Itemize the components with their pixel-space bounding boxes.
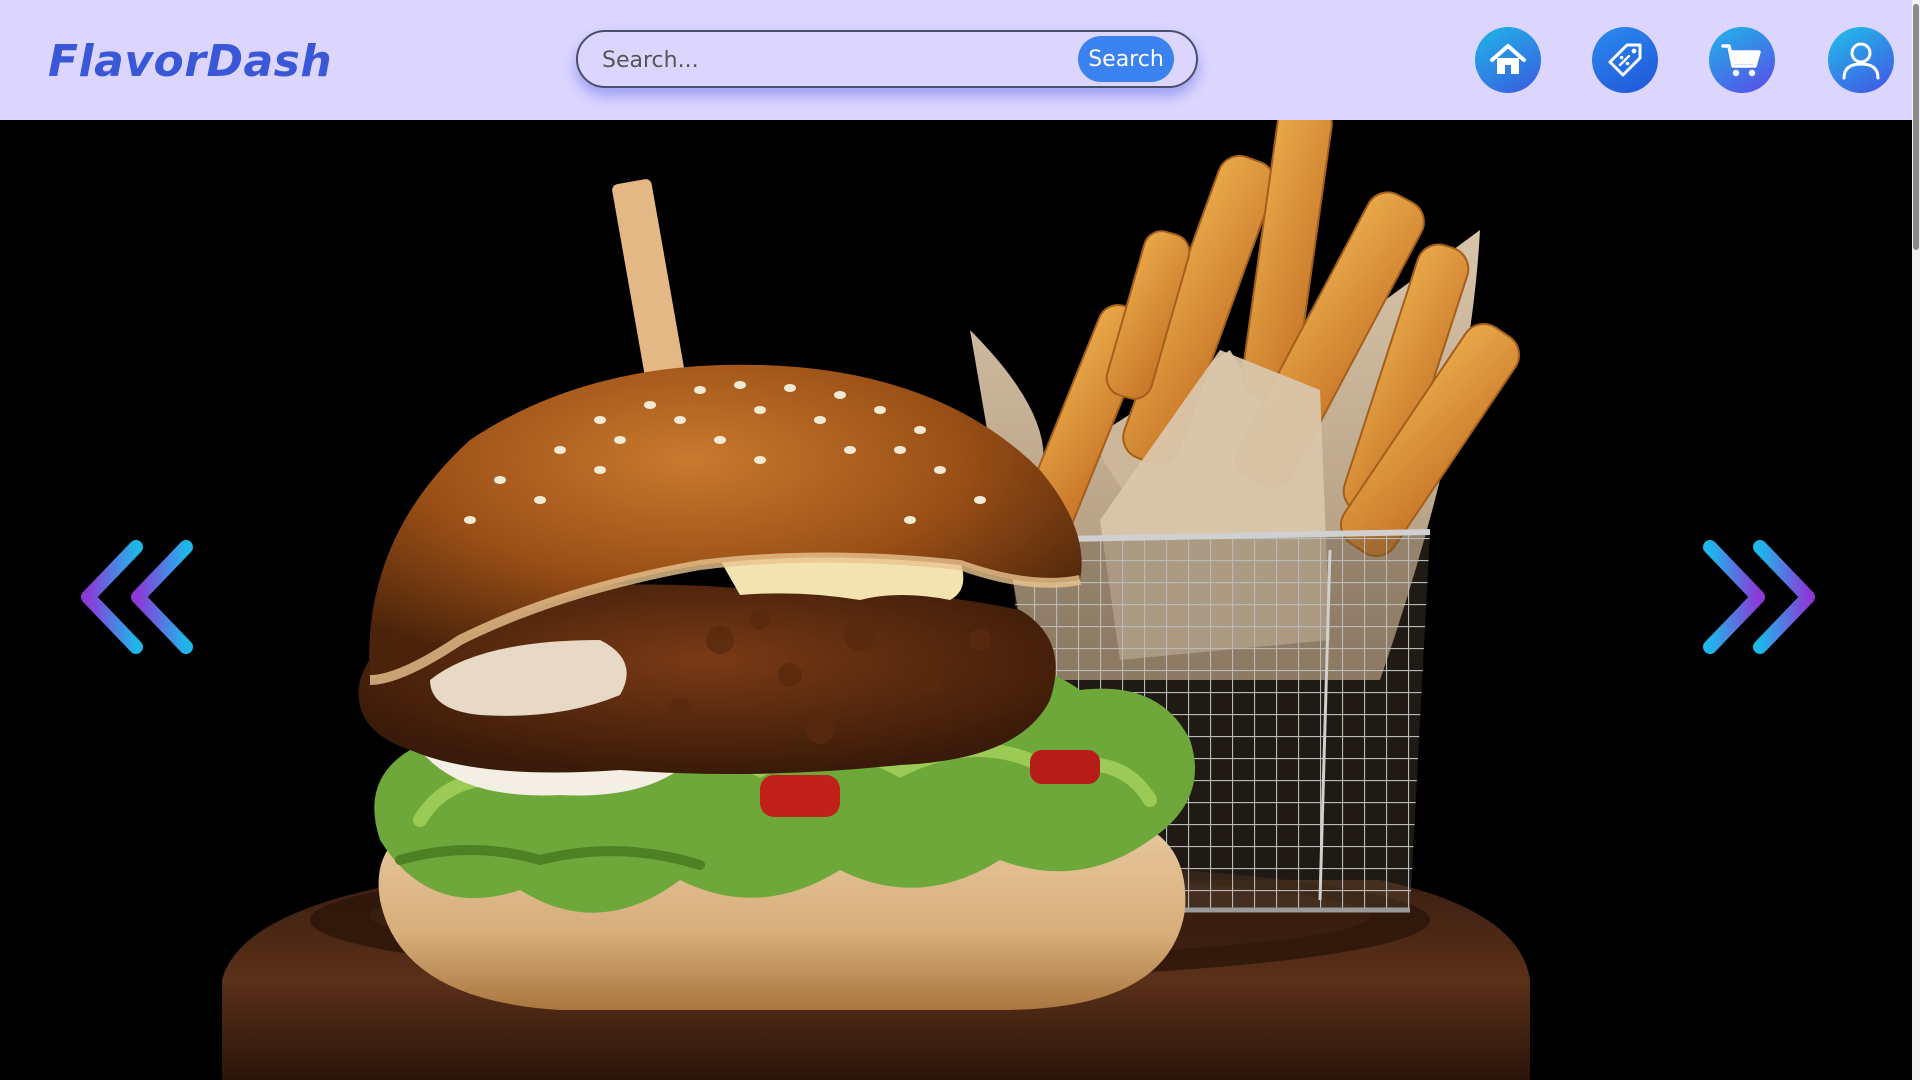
offers-tag-icon <box>1608 43 1642 77</box>
search-input[interactable] <box>600 40 1044 80</box>
cart-icon <box>1721 44 1761 77</box>
carousel-prev-button[interactable] <box>78 535 208 665</box>
profile-button[interactable] <box>1828 27 1894 93</box>
burger-and-fries-photo <box>222 120 1530 1080</box>
brand-logo[interactable]: FlavorDash <box>48 32 332 92</box>
carousel-next-button[interactable] <box>1688 535 1818 665</box>
search-bar: Search <box>576 30 1198 88</box>
home-icon <box>1490 44 1526 74</box>
search-button[interactable]: Search <box>1078 36 1174 82</box>
offers-button[interactable] <box>1592 27 1658 93</box>
hero-carousel <box>0 120 1912 1080</box>
double-chevron-right-icon <box>1703 540 1815 654</box>
page: FlavorDash Search <box>0 0 1920 1080</box>
profile-icon <box>1842 42 1880 80</box>
page-scrollbar[interactable] <box>1912 0 1920 1080</box>
top-navbar: FlavorDash Search <box>0 0 1920 120</box>
home-button[interactable] <box>1475 27 1541 93</box>
scrollbar-thumb[interactable] <box>1913 4 1919 250</box>
cart-button[interactable] <box>1709 27 1775 93</box>
double-chevron-left-icon <box>81 540 193 654</box>
